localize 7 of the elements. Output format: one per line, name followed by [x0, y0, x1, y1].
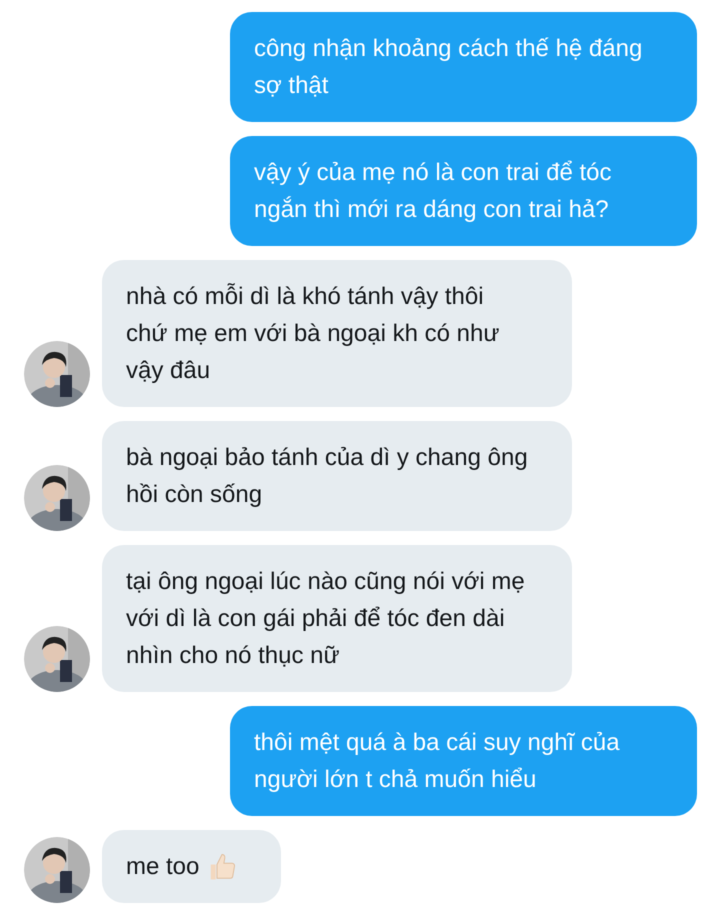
message-text: thôi mệt quá à ba cái suy nghĩ của người lớn t chả muốn hiểu [254, 728, 621, 795]
message-text: me too [126, 852, 200, 882]
message-text: tại ông ngoại lúc nào cũng nói với mẹ với dì là con gái phải để tóc đen dài nhìn cho nó thục nữ [126, 567, 526, 671]
message-text: nhà có mỗi dì là khó tánh vậy thôi chứ mẹ em với bà ngoại kh có như vậy đâu [126, 282, 500, 386]
message-text: vậy ý của mẹ nó là con trai để tóc ngắn thì mới ra dáng con trai hả? [254, 158, 613, 225]
message-text: bà ngoại bảo tánh của dì y chang ông hồi còn sống [126, 443, 528, 510]
message-text: công nhận khoảng cách thế hệ đáng sợ thật [254, 34, 644, 101]
